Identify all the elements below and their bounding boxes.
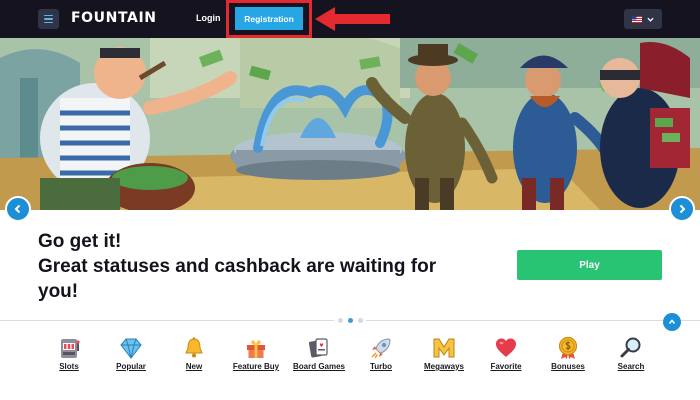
- promo-banner-image[interactable]: [0, 38, 700, 210]
- chevron-right-icon: [679, 204, 686, 214]
- category-favorite[interactable]: Favorite: [476, 336, 536, 371]
- slot-machine-icon: [61, 339, 80, 358]
- category-label: Search: [617, 362, 645, 371]
- category-label: Megaways: [423, 362, 465, 371]
- category-label: Popular: [116, 362, 146, 371]
- banner-next-button[interactable]: [669, 196, 695, 222]
- site-logo[interactable]: FOUNTAIN: [71, 10, 157, 26]
- play-button[interactable]: Play: [517, 250, 662, 280]
- language-selector[interactable]: [624, 9, 662, 29]
- hamburger-menu-icon[interactable]: [38, 9, 59, 29]
- chevron-down-icon: [647, 17, 654, 22]
- banner-illustration: [0, 38, 700, 210]
- category-megaways[interactable]: Megaways: [414, 336, 474, 371]
- rocket-icon: [371, 338, 391, 359]
- diamond-icon: [120, 338, 142, 359]
- category-label: Slots: [59, 362, 79, 371]
- category-label: Bonuses: [551, 362, 585, 371]
- carousel-dot-active[interactable]: [347, 318, 353, 323]
- carousel-dot[interactable]: [357, 318, 363, 323]
- category-feature-buy[interactable]: Feature Buy: [226, 336, 286, 371]
- category-label: Feature Buy: [232, 362, 280, 371]
- category-turbo[interactable]: Turbo: [351, 336, 411, 371]
- chevron-left-icon: [14, 204, 21, 214]
- heart-icon: [496, 338, 516, 357]
- page: FOUNTAIN Login Registration Go get it! G…: [0, 0, 700, 400]
- gift-icon: [247, 340, 265, 358]
- cards-icon: [308, 338, 328, 358]
- category-label: Favorite: [490, 362, 522, 371]
- category-slots[interactable]: Slots: [39, 336, 99, 371]
- magnifier-icon: [620, 337, 641, 358]
- category-label: New: [185, 362, 203, 371]
- category-search[interactable]: Search: [601, 336, 661, 371]
- category-label: Turbo: [369, 362, 393, 371]
- scroll-up-button[interactable]: [663, 313, 681, 331]
- red-pointer-arrow-icon: [315, 7, 390, 31]
- category-label: Board Games: [292, 362, 346, 371]
- chevron-up-icon: [668, 319, 676, 325]
- category-bonuses[interactable]: Bonuses: [538, 336, 598, 371]
- bell-icon: [185, 337, 203, 358]
- top-bar: FOUNTAIN Login Registration: [0, 0, 700, 38]
- category-popular[interactable]: Popular: [101, 336, 161, 371]
- category-new[interactable]: New: [164, 336, 224, 371]
- category-board-games[interactable]: Board Games: [289, 336, 349, 371]
- letter-m-icon: [433, 338, 455, 358]
- carousel-dots: [334, 316, 366, 325]
- banner-prev-button[interactable]: [5, 196, 31, 222]
- promo-headline: Go get it! Great statuses and cashback a…: [38, 229, 478, 304]
- carousel-dot[interactable]: [337, 318, 343, 323]
- login-link[interactable]: Login: [196, 13, 221, 23]
- promo-headline-line1: Go get it!: [38, 231, 122, 252]
- us-flag-icon: [632, 15, 642, 23]
- coin-medal-icon: [558, 336, 578, 359]
- registration-button[interactable]: Registration: [235, 7, 303, 30]
- promo-headline-line2: Great statuses and cashback are waiting …: [38, 256, 437, 302]
